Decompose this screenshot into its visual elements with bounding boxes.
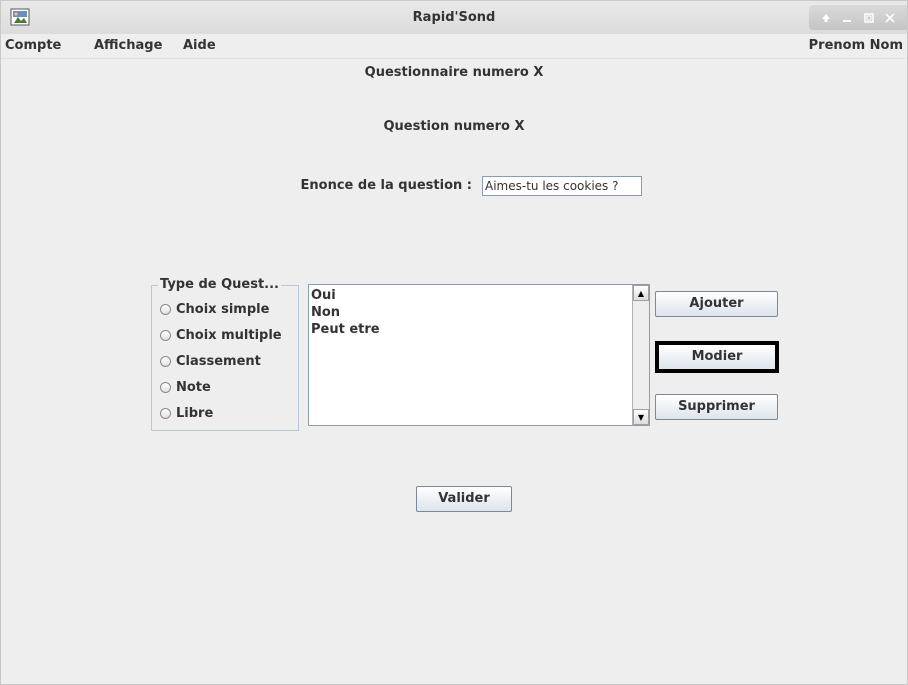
- list-item[interactable]: Oui: [311, 287, 631, 304]
- radio-libre[interactable]: Libre: [160, 403, 213, 423]
- radio-note[interactable]: Note: [160, 377, 211, 397]
- radio-label: Choix multiple: [176, 327, 282, 343]
- radio-circle-icon[interactable]: [160, 381, 171, 393]
- questionnaire-title: Questionnaire numero X: [364, 65, 544, 80]
- question-type-group: Type de Quest... Choix simple Choix mult…: [151, 277, 299, 431]
- title-bar[interactable]: Rapid'Sond: [1, 1, 907, 35]
- valider-button[interactable]: Valider: [416, 486, 512, 512]
- radio-circle-icon[interactable]: [160, 407, 171, 419]
- radio-circle-icon[interactable]: [160, 355, 171, 367]
- menu-compte[interactable]: Compte: [5, 34, 61, 58]
- radio-label: Choix simple: [176, 301, 270, 317]
- enonce-label: Enonce de la question :: [300, 178, 472, 193]
- scroll-down-icon[interactable]: ▼: [633, 409, 649, 425]
- list-item[interactable]: Peut etre: [311, 321, 631, 338]
- ajouter-button[interactable]: Ajouter: [655, 291, 778, 317]
- maximize-icon[interactable]: [861, 10, 877, 26]
- modier-button[interactable]: Modier: [655, 341, 779, 373]
- question-title: Question numero X: [383, 119, 525, 134]
- list-item[interactable]: Non: [311, 304, 631, 321]
- supprimer-button[interactable]: Supprimer: [655, 394, 778, 420]
- window-controls: [809, 5, 907, 30]
- radio-label: Classement: [176, 353, 261, 369]
- radio-label: Libre: [176, 405, 214, 421]
- radio-label: Note: [176, 379, 211, 395]
- menu-aide[interactable]: Aide: [183, 34, 216, 58]
- radio-circle-icon[interactable]: [160, 329, 171, 341]
- radio-classement[interactable]: Classement: [160, 351, 261, 371]
- answers-items: Oui Non Peut etre: [311, 287, 631, 338]
- vertical-scrollbar[interactable]: ▲ ▼: [632, 285, 649, 425]
- radio-choix-simple[interactable]: Choix simple: [160, 299, 269, 319]
- radio-choix-multiple[interactable]: Choix multiple: [160, 325, 282, 345]
- enonce-input[interactable]: [482, 176, 642, 196]
- minimize-icon[interactable]: [839, 10, 855, 26]
- radio-circle-icon[interactable]: [160, 303, 171, 315]
- arrow-up-icon[interactable]: [818, 10, 834, 26]
- user-name[interactable]: Prenom Nom: [809, 34, 903, 58]
- menu-affichage[interactable]: Affichage: [94, 34, 162, 58]
- menu-bar: Compte Affichage Aide Prenom Nom: [1, 34, 907, 59]
- window-title: Rapid'Sond: [412, 10, 496, 25]
- scroll-up-icon[interactable]: ▲: [633, 285, 649, 301]
- close-icon[interactable]: [882, 10, 898, 26]
- app-window: Rapid'Sond Compte Affichage Aide Prenom …: [0, 0, 908, 685]
- answers-list[interactable]: Oui Non Peut etre ▲ ▼: [308, 284, 650, 426]
- question-type-legend: Type de Quest...: [158, 277, 281, 292]
